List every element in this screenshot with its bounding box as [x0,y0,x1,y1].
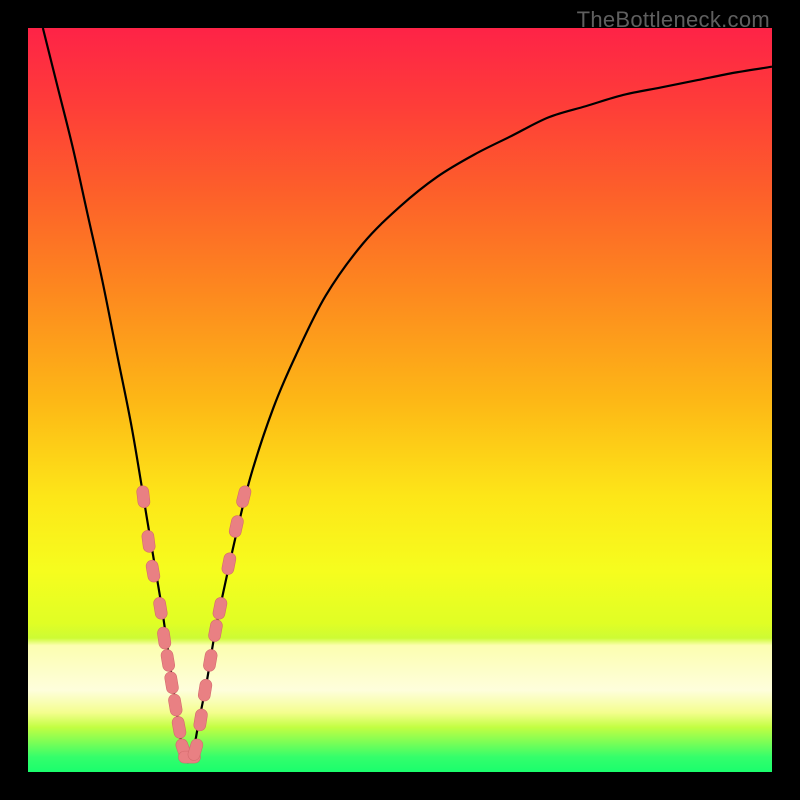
gradient-rect [28,28,772,772]
plot-frame [28,28,772,772]
stage: TheBottleneck.com [0,0,800,800]
gradient-backdrop [28,28,772,772]
